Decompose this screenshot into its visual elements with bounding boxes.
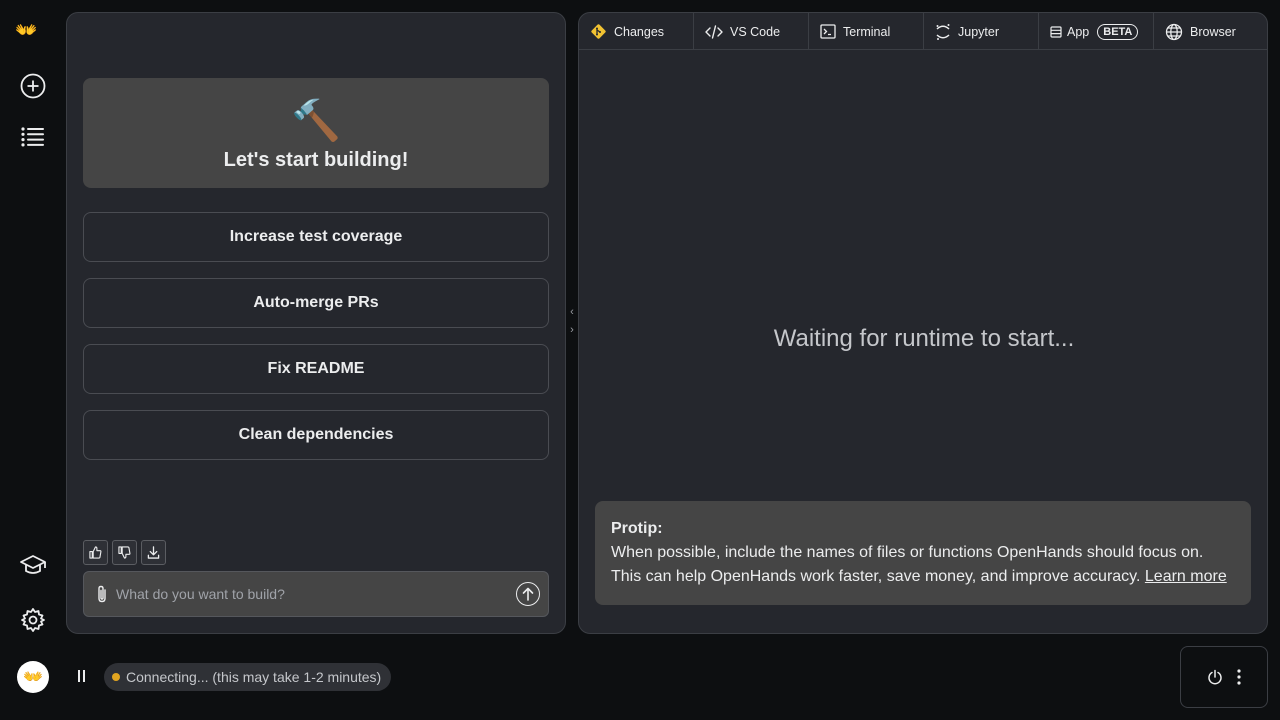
welcome-title: Let's start building! [223, 149, 409, 171]
suggestion-button[interactable]: Fix README [83, 344, 549, 394]
welcome-card: 🔨 Let's start building! [83, 78, 549, 188]
download-icon [147, 546, 160, 559]
suggestion-button[interactable]: Auto-merge PRs [83, 278, 549, 328]
tab-terminal[interactable]: Terminal [809, 13, 924, 50]
globe-icon [1165, 23, 1183, 40]
sidebar: 👐 👐 [0, 0, 66, 720]
protip-title: Protip: [611, 520, 663, 537]
pause-button[interactable] [74, 670, 88, 684]
protip-card: Protip: When possible, include the names… [595, 501, 1251, 605]
pause-icon [77, 670, 80, 682]
send-button[interactable] [516, 582, 540, 606]
conversations-list-button[interactable] [16, 120, 50, 154]
more-vertical-icon[interactable] [1237, 669, 1241, 685]
chat-input[interactable] [116, 586, 516, 602]
workspace-panel: Changes VS Code Terminal Jupyter App BET… [578, 12, 1268, 634]
thumbs-up-icon [89, 546, 102, 559]
learn-more-link[interactable]: Learn more [1145, 568, 1227, 585]
tab-changes[interactable]: Changes [579, 13, 694, 50]
pause-icon [82, 670, 85, 682]
chevron-left-icon[interactable]: ‹ [570, 306, 574, 318]
app-icon [1050, 25, 1062, 38]
tab-jupyter[interactable]: Jupyter [924, 13, 1039, 50]
tab-label: Terminal [843, 24, 891, 39]
tab-browser[interactable]: Browser [1154, 13, 1267, 50]
protip-line: This can help OpenHands work faster, sav… [611, 568, 1141, 585]
export-button[interactable] [141, 540, 166, 565]
protip-line: When possible, include the names of file… [611, 544, 1204, 561]
graduation-cap-icon [20, 555, 46, 574]
beta-badge: BETA [1097, 23, 1139, 40]
new-conversation-button[interactable] [16, 69, 50, 103]
workspace-tabs: Changes VS Code Terminal Jupyter App BET… [579, 13, 1267, 50]
plus-circle-icon [20, 73, 46, 99]
power-icon[interactable] [1207, 669, 1223, 685]
user-avatar[interactable]: 👐 [17, 661, 49, 693]
settings-button[interactable] [16, 603, 50, 637]
arrow-up-icon [522, 587, 534, 601]
thumbs-down-icon [118, 546, 131, 559]
chat-panel: 🔨 Let's start building! Increase test co… [66, 12, 566, 634]
openhands-logo[interactable]: 👐 [15, 20, 37, 40]
list-icon [21, 127, 44, 147]
suggestion-button[interactable]: Clean dependencies [83, 410, 549, 460]
status-text: Connecting... (this may take 1-2 minutes… [126, 669, 382, 685]
gear-icon [21, 608, 45, 632]
tab-label: Jupyter [958, 24, 999, 39]
thumbs-up-button[interactable] [83, 540, 108, 565]
tab-label: Browser [1190, 24, 1236, 39]
git-icon [591, 24, 606, 39]
code-icon [705, 24, 723, 39]
hammer-icon: 🔨 [291, 99, 341, 143]
chat-input-box [83, 571, 549, 617]
tab-label: Changes [614, 24, 665, 39]
runtime-waiting-message: Waiting for runtime to start... [773, 325, 1075, 352]
chevron-right-icon[interactable]: › [570, 324, 574, 336]
tab-label: VS Code [730, 24, 781, 39]
tab-label: App [1067, 24, 1090, 39]
connection-status: Connecting... (this may take 1-2 minutes… [104, 663, 392, 691]
thumbs-down-button[interactable] [112, 540, 137, 565]
paperclip-icon[interactable] [96, 584, 108, 604]
runtime-controls [1180, 646, 1268, 708]
tab-app[interactable]: App BETA [1039, 13, 1154, 50]
docs-button[interactable] [16, 548, 50, 582]
tab-vscode[interactable]: VS Code [694, 13, 809, 50]
panel-resize-handle[interactable]: ‹ › [566, 306, 578, 336]
suggestion-button[interactable]: Increase test coverage [83, 212, 549, 262]
status-dot [112, 673, 120, 681]
feedback-actions [83, 540, 166, 565]
terminal-icon [820, 24, 836, 39]
jupyter-icon [936, 23, 950, 40]
